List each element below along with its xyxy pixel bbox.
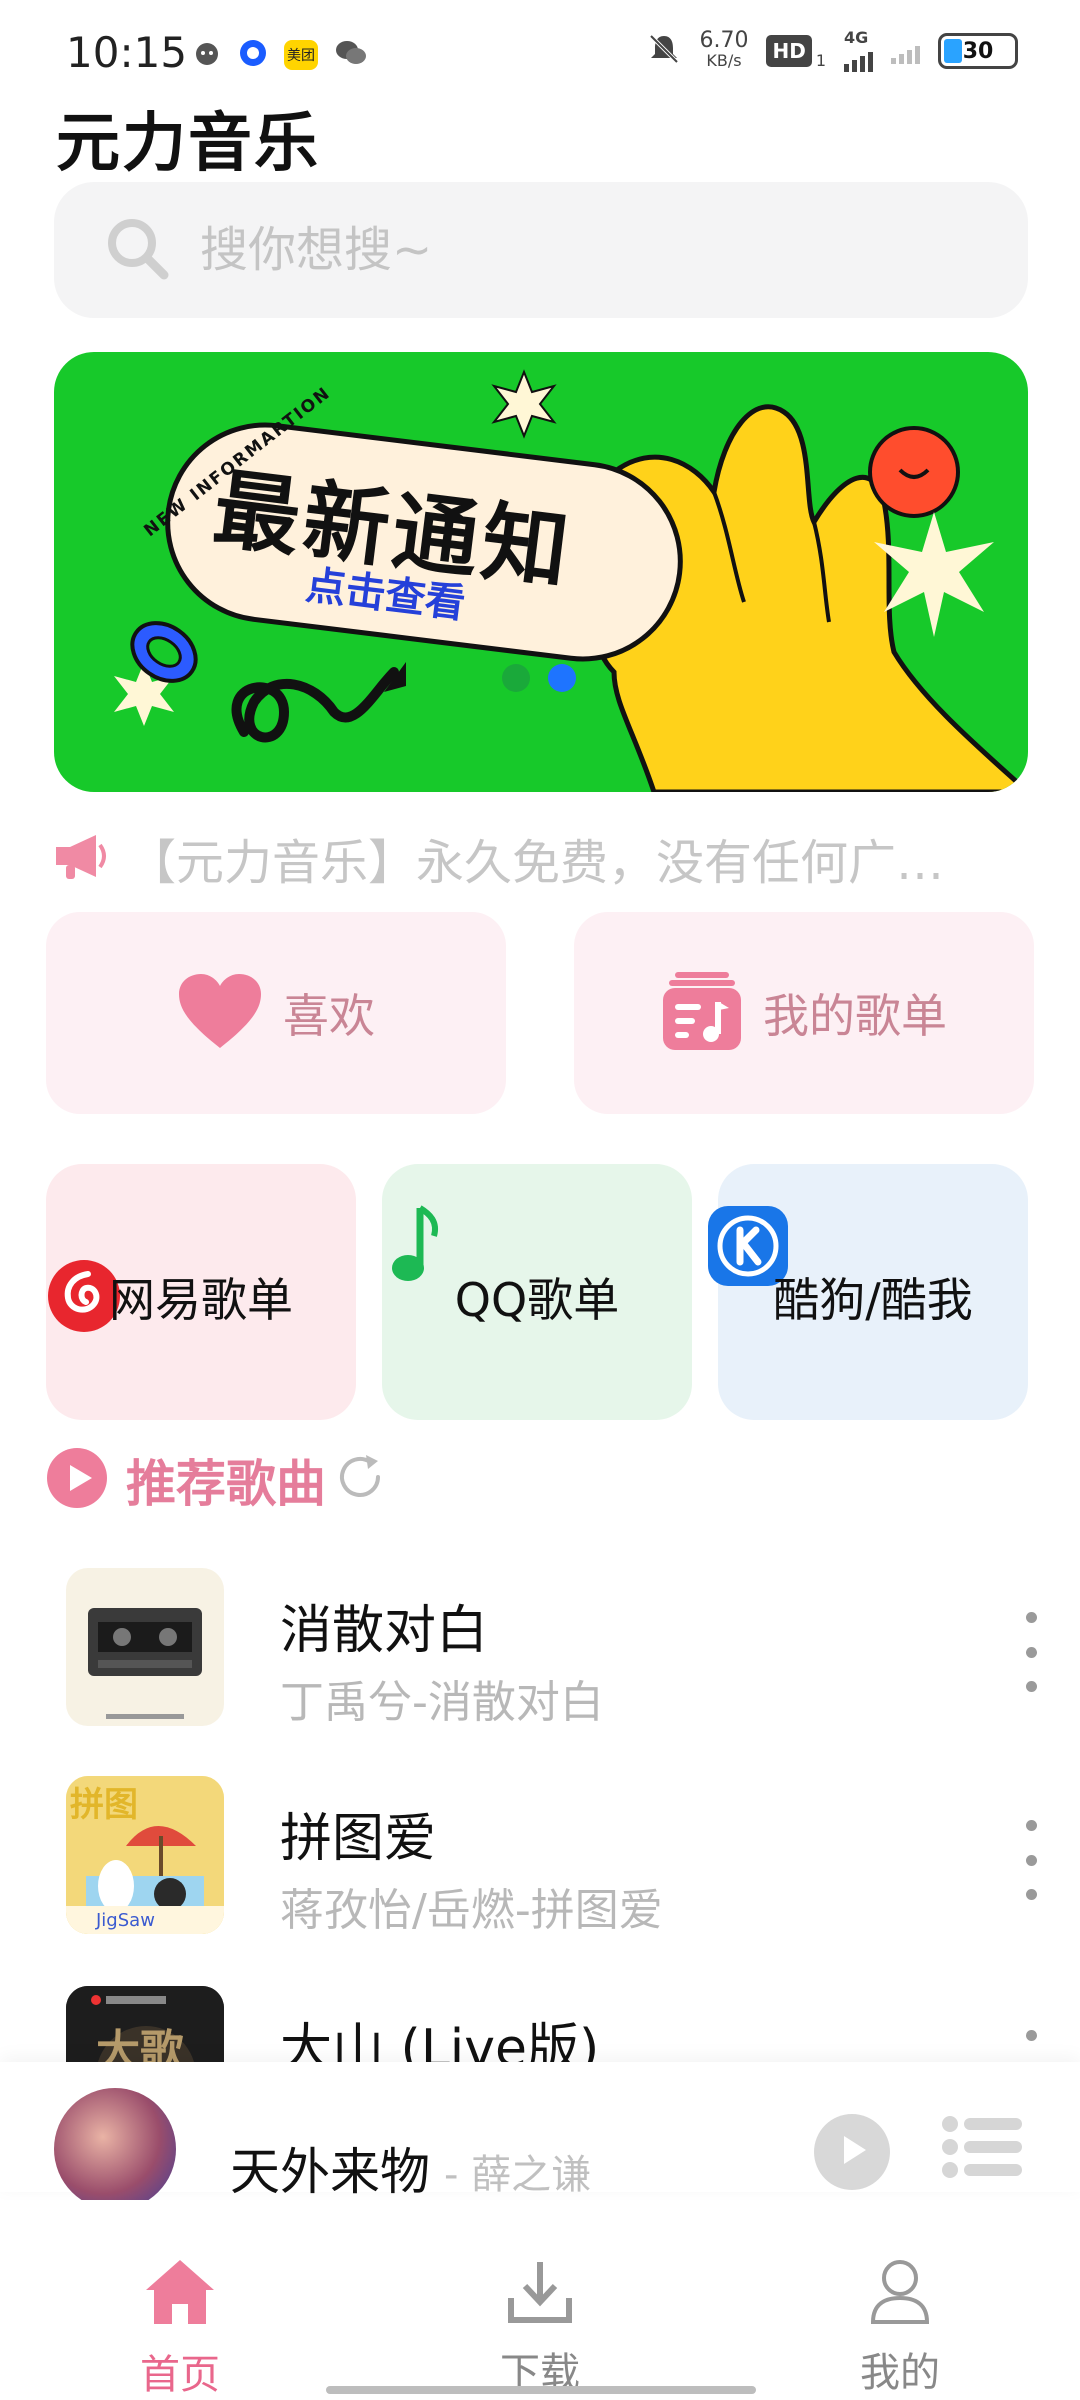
queue-list-icon <box>940 2116 1024 2184</box>
kugou-label: 酷狗/酷我 <box>773 1273 973 1327</box>
announcement-banner[interactable]: NEW INFORMARTION 最新通知 点击查看 <box>54 352 1028 792</box>
song-title: 消散对白 <box>280 1601 489 1661</box>
qq-playlist-button[interactable]: QQ歌单 <box>382 1164 692 1420</box>
app-title: 元力音乐 <box>56 107 320 181</box>
notice-bar[interactable]: 【元力音乐】永久免费，没有任何广… <box>52 818 1032 898</box>
my-playlists-button[interactable]: 我的歌单 <box>574 912 1034 1114</box>
playlist-queue-button[interactable] <box>940 2114 1024 2184</box>
bottom-tab-bar: 首页 下载 我的 <box>0 2200 1080 2400</box>
svg-text:JigSaw: JigSaw <box>95 1910 155 1931</box>
tab-download[interactable]: 下载 <box>440 2258 640 2398</box>
my-playlists-label: 我的歌单 <box>763 989 947 1043</box>
favorites-button[interactable]: 喜欢 <box>46 912 506 1114</box>
download-icon <box>507 2262 573 2328</box>
status-bar: 10:15 美团 6.70 KB/s HD 1 4G 30 <box>0 0 1080 100</box>
cat-icon <box>192 38 222 72</box>
player-artist: - 薛之谦 <box>444 2152 592 2198</box>
recommend-title: 推荐歌曲 <box>126 1455 326 1513</box>
notification-icons: 美团 <box>192 38 368 72</box>
notice-text: 【元力音乐】永久免费，没有任何广… <box>128 835 945 891</box>
recommend-header: 推荐歌曲 <box>46 1444 388 1516</box>
banner-dot-2[interactable] <box>548 664 576 692</box>
heart-icon <box>177 972 263 1054</box>
home-indicator[interactable] <box>326 2386 756 2394</box>
song-cover: 大歌 <box>66 1986 224 2066</box>
hd-sub: 1 <box>815 50 826 70</box>
netease-playlist-button[interactable]: 网易歌单 <box>46 1164 356 1420</box>
player-title: 天外来物 <box>230 2143 430 2201</box>
song-cover <box>66 1568 224 1726</box>
svg-text:大歌: 大歌 <box>96 2026 185 2066</box>
tab-profile[interactable]: 我的 <box>800 2258 1000 2398</box>
kugou-playlist-button[interactable]: 酷狗/酷我 <box>708 1164 1028 1420</box>
megaphone-icon <box>52 831 108 885</box>
play-button[interactable] <box>814 2114 890 2190</box>
tab-home-label: 首页 <box>140 2352 220 2398</box>
song-row[interactable]: 拼图 JigSaw 拼图爱 蒋孜怡/岳燃-拼图爱 <box>66 1776 1046 1936</box>
play-circle-icon <box>46 1447 108 1513</box>
more-options-icon[interactable] <box>1016 1612 1046 1692</box>
player-cover <box>54 2088 176 2210</box>
status-time: 10:15 <box>66 28 188 77</box>
song-artist: 蒋孜怡/岳燃-拼图爱 <box>280 1885 663 1936</box>
status-right: 6.70 KB/s HD 1 4G 30 <box>647 30 1018 72</box>
song-cover: 拼图 JigSaw <box>66 1776 224 1934</box>
song-title: 拼图爱 <box>280 1809 437 1869</box>
hd-badge: HD <box>766 35 812 67</box>
search-input[interactable] <box>200 222 900 278</box>
net-speed: 6.70 KB/s <box>699 28 749 71</box>
profile-icon <box>869 2260 931 2328</box>
banner-pagination[interactable] <box>502 664 576 692</box>
song-row[interactable]: 大歌 大山 (Live版) <box>66 1986 1046 2066</box>
song-title: 大山 (Live版) <box>280 2019 600 2066</box>
mini-player[interactable]: 天外来物 - 薛之谦 <box>0 2062 1080 2210</box>
playlist-icon <box>661 970 743 1056</box>
refresh-icon[interactable] <box>334 1451 388 1509</box>
battery-icon: 30 <box>938 33 1018 69</box>
qq-label: QQ歌单 <box>454 1273 620 1327</box>
meituan-icon: 美团 <box>284 40 318 70</box>
more-options-icon[interactable] <box>1016 2030 1046 2066</box>
song-artist: 丁禹兮-消散对白 <box>280 1677 604 1728</box>
tab-home[interactable]: 首页 <box>80 2258 280 2400</box>
home-icon <box>144 2260 216 2330</box>
search-bar[interactable] <box>54 182 1028 318</box>
browser-icon <box>238 38 268 72</box>
svg-text:拼图: 拼图 <box>70 1785 138 1825</box>
play-icon <box>834 2132 870 2172</box>
wechat-icon <box>334 38 368 72</box>
song-row[interactable]: 消散对白 丁禹兮-消散对白 <box>66 1568 1046 1728</box>
netease-label: 网易歌单 <box>109 1273 293 1327</box>
favorites-label: 喜欢 <box>283 989 375 1043</box>
signal-icon: 4G <box>844 30 873 72</box>
search-icon <box>104 215 170 285</box>
more-options-icon[interactable] <box>1016 1820 1046 1900</box>
mute-icon <box>647 32 681 70</box>
signal-2-icon <box>891 38 920 64</box>
banner-dot-1[interactable] <box>502 664 530 692</box>
tab-profile-label: 我的 <box>860 2350 940 2396</box>
